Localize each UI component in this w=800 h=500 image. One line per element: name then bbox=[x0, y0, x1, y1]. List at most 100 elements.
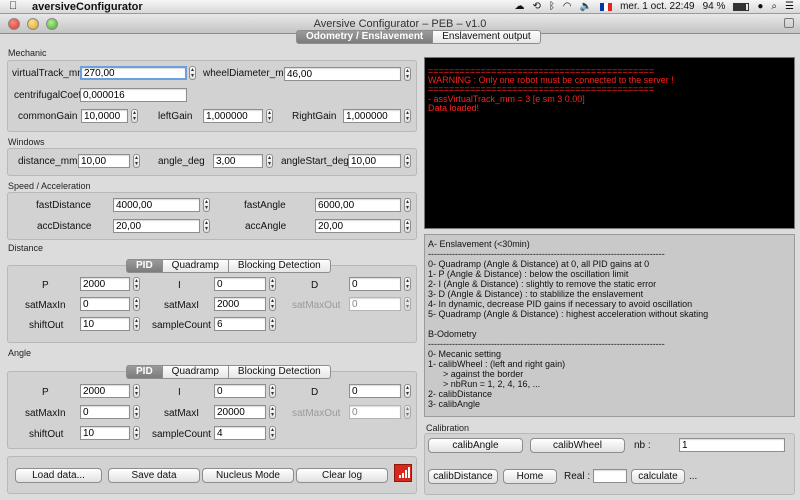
calculate-button[interactable]: calculate bbox=[631, 469, 685, 484]
notification-list-icon[interactable]: ☰ bbox=[785, 1, 794, 12]
common-gain-stepper[interactable]: ▴ ▾ bbox=[131, 109, 138, 123]
distance-shiftout-stepper[interactable]: ▴ ▾ bbox=[133, 317, 140, 331]
distance-i-stepper[interactable]: ▴ ▾ bbox=[269, 277, 276, 291]
distance-p-input[interactable] bbox=[80, 277, 130, 291]
user-icon[interactable]: ● bbox=[757, 1, 763, 12]
distance-satmaxin-stepper[interactable]: ▴ ▾ bbox=[133, 297, 140, 311]
common-gain-input[interactable] bbox=[81, 109, 128, 123]
wheel-diameter-input[interactable] bbox=[284, 67, 401, 81]
home-button[interactable]: Home bbox=[503, 469, 557, 484]
distance-shiftout-input[interactable] bbox=[80, 317, 130, 331]
angle-satmaxin-stepper[interactable]: ▴ ▾ bbox=[133, 405, 140, 419]
angle-shiftout-stepper[interactable]: ▴ ▾ bbox=[133, 426, 140, 440]
angle-start-deg-stepper[interactable]: ▴ ▾ bbox=[404, 154, 411, 168]
tab-enslavement-output[interactable]: Enslavement output bbox=[433, 30, 541, 44]
zoom-window-icon[interactable] bbox=[46, 18, 58, 30]
log-console[interactable]: ========================================… bbox=[424, 57, 795, 229]
distance-satmaxi-input[interactable] bbox=[214, 297, 266, 311]
acc-distance-input[interactable] bbox=[113, 219, 200, 233]
help-line: 2- I (Angle & Distance) : slightly to re… bbox=[428, 279, 657, 289]
distance-satmaxin-input[interactable] bbox=[80, 297, 130, 311]
fast-distance-input[interactable] bbox=[113, 198, 200, 212]
apple-logo-icon[interactable]:  bbox=[9, 0, 17, 12]
distance-d-stepper[interactable]: ▴ ▾ bbox=[404, 277, 411, 291]
angle-satmaxi-input[interactable] bbox=[214, 405, 266, 419]
right-gain-stepper[interactable]: ▴ ▾ bbox=[404, 109, 411, 123]
distance-satmaxi-stepper[interactable]: ▴ ▾ bbox=[269, 297, 276, 311]
angle-shiftout-input[interactable] bbox=[80, 426, 130, 440]
flag-icon[interactable] bbox=[600, 2, 613, 11]
load-data-button[interactable]: Load data... bbox=[15, 468, 102, 483]
angle-i-input[interactable] bbox=[214, 384, 266, 398]
angle-satmaxi-stepper[interactable]: ▴ ▾ bbox=[269, 405, 276, 419]
help-line: > nbRun = 1, 2, 4, 16, ... bbox=[428, 379, 541, 389]
acc-angle-stepper[interactable]: ▴ ▾ bbox=[404, 219, 411, 233]
angle-samplecount-input[interactable] bbox=[214, 426, 266, 440]
left-gain-stepper[interactable]: ▴ ▾ bbox=[266, 109, 273, 123]
distance-satmaxout-input[interactable] bbox=[349, 297, 401, 311]
clock-text[interactable]: mer. 1 oct. 22:49 bbox=[620, 1, 695, 12]
angle-deg-input[interactable] bbox=[213, 154, 263, 168]
distance-mm-stepper[interactable]: ▴ ▾ bbox=[133, 154, 140, 168]
fast-angle-input[interactable] bbox=[315, 198, 401, 212]
volume-icon[interactable]: 🔈 bbox=[580, 1, 592, 12]
angle-satmaxout-input[interactable] bbox=[349, 405, 401, 419]
fast-distance-stepper[interactable]: ▴ ▾ bbox=[203, 198, 210, 212]
angle-samplecount-stepper[interactable]: ▴ ▾ bbox=[269, 426, 276, 440]
angle-d-input[interactable] bbox=[349, 384, 401, 398]
distance-mm-input[interactable] bbox=[78, 154, 130, 168]
virtual-track-stepper[interactable]: ▴ ▾ bbox=[189, 66, 196, 80]
angle-p-input[interactable] bbox=[80, 384, 130, 398]
acc-angle-input[interactable] bbox=[315, 219, 401, 233]
real-input[interactable] bbox=[593, 469, 627, 483]
virtual-track-input[interactable] bbox=[80, 66, 187, 80]
calib-distance-button[interactable]: calibDistance bbox=[428, 469, 498, 484]
distance-i-input[interactable] bbox=[214, 277, 266, 291]
nb-input[interactable] bbox=[679, 438, 785, 452]
distance-satmaxout-stepper[interactable]: ▴ ▾ bbox=[404, 297, 411, 311]
angle-tab-quadramp[interactable]: Quadramp bbox=[162, 365, 229, 379]
calib-angle-button[interactable]: calibAngle bbox=[428, 438, 523, 453]
angle-deg-stepper[interactable]: ▴ ▾ bbox=[266, 154, 273, 168]
distance-tab-quadramp[interactable]: Quadramp bbox=[162, 259, 229, 273]
angle-start-deg-input[interactable] bbox=[348, 154, 401, 168]
signal-strength-icon[interactable] bbox=[394, 464, 412, 482]
close-window-icon[interactable] bbox=[8, 18, 20, 30]
acc-distance-stepper[interactable]: ▴ ▾ bbox=[203, 219, 210, 233]
distance-p-stepper[interactable]: ▴ ▾ bbox=[133, 277, 140, 291]
tab-odometry-enslavement[interactable]: Odometry / Enslavement bbox=[296, 30, 434, 44]
centrifugal-coef-input[interactable] bbox=[80, 88, 187, 102]
time-machine-icon[interactable]: ⟲ bbox=[533, 1, 541, 12]
left-gain-input[interactable] bbox=[203, 109, 263, 123]
angle-satmaxin-input[interactable] bbox=[80, 405, 130, 419]
distance-samplecount-input[interactable] bbox=[214, 317, 266, 331]
angle-p-stepper[interactable]: ▴ ▾ bbox=[133, 384, 140, 398]
right-gain-input[interactable] bbox=[343, 109, 401, 123]
distance-samplecount-stepper[interactable]: ▴ ▾ bbox=[269, 317, 276, 331]
nucleus-mode-button[interactable]: Nucleus Mode bbox=[202, 468, 294, 483]
fullscreen-icon[interactable] bbox=[784, 18, 794, 28]
status-area: ☁ ⟲ ᛒ ◠ 🔈 mer. 1 oct. 22:49 94 % ● ⌕ ☰ bbox=[515, 1, 795, 12]
spotlight-icon[interactable]: ⌕ bbox=[771, 1, 777, 12]
angle-i-stepper[interactable]: ▴ ▾ bbox=[269, 384, 276, 398]
fast-angle-stepper[interactable]: ▴ ▾ bbox=[404, 198, 411, 212]
distance-p-label: P bbox=[42, 280, 49, 291]
angle-satmaxout-stepper[interactable]: ▴ ▾ bbox=[404, 405, 411, 419]
calib-wheel-button[interactable]: calibWheel bbox=[530, 438, 625, 453]
distance-tab-pid[interactable]: PID bbox=[126, 259, 163, 273]
angle-tab-blocking-detection[interactable]: Blocking Detection bbox=[228, 365, 331, 379]
angle-d-stepper[interactable]: ▴ ▾ bbox=[404, 384, 411, 398]
distance-tab-blocking-detection[interactable]: Blocking Detection bbox=[228, 259, 331, 273]
app-menu-name[interactable]: aversiveConfigurator bbox=[32, 1, 143, 13]
bluetooth-icon[interactable]: ᛒ bbox=[549, 1, 555, 12]
angle-tab-pid[interactable]: PID bbox=[126, 365, 163, 379]
clear-log-button[interactable]: Clear log bbox=[296, 468, 388, 483]
wheel-diameter-stepper[interactable]: ▴ ▾ bbox=[404, 67, 411, 81]
cloud-icon[interactable]: ☁ bbox=[515, 1, 525, 12]
battery-icon[interactable] bbox=[733, 2, 750, 11]
distance-d-input[interactable] bbox=[349, 277, 401, 291]
save-data-button[interactable]: Save data bbox=[108, 468, 200, 483]
console-line: Data loaded! bbox=[428, 103, 480, 113]
wifi-icon[interactable]: ◠ bbox=[563, 1, 572, 12]
minimize-window-icon[interactable] bbox=[27, 18, 39, 30]
